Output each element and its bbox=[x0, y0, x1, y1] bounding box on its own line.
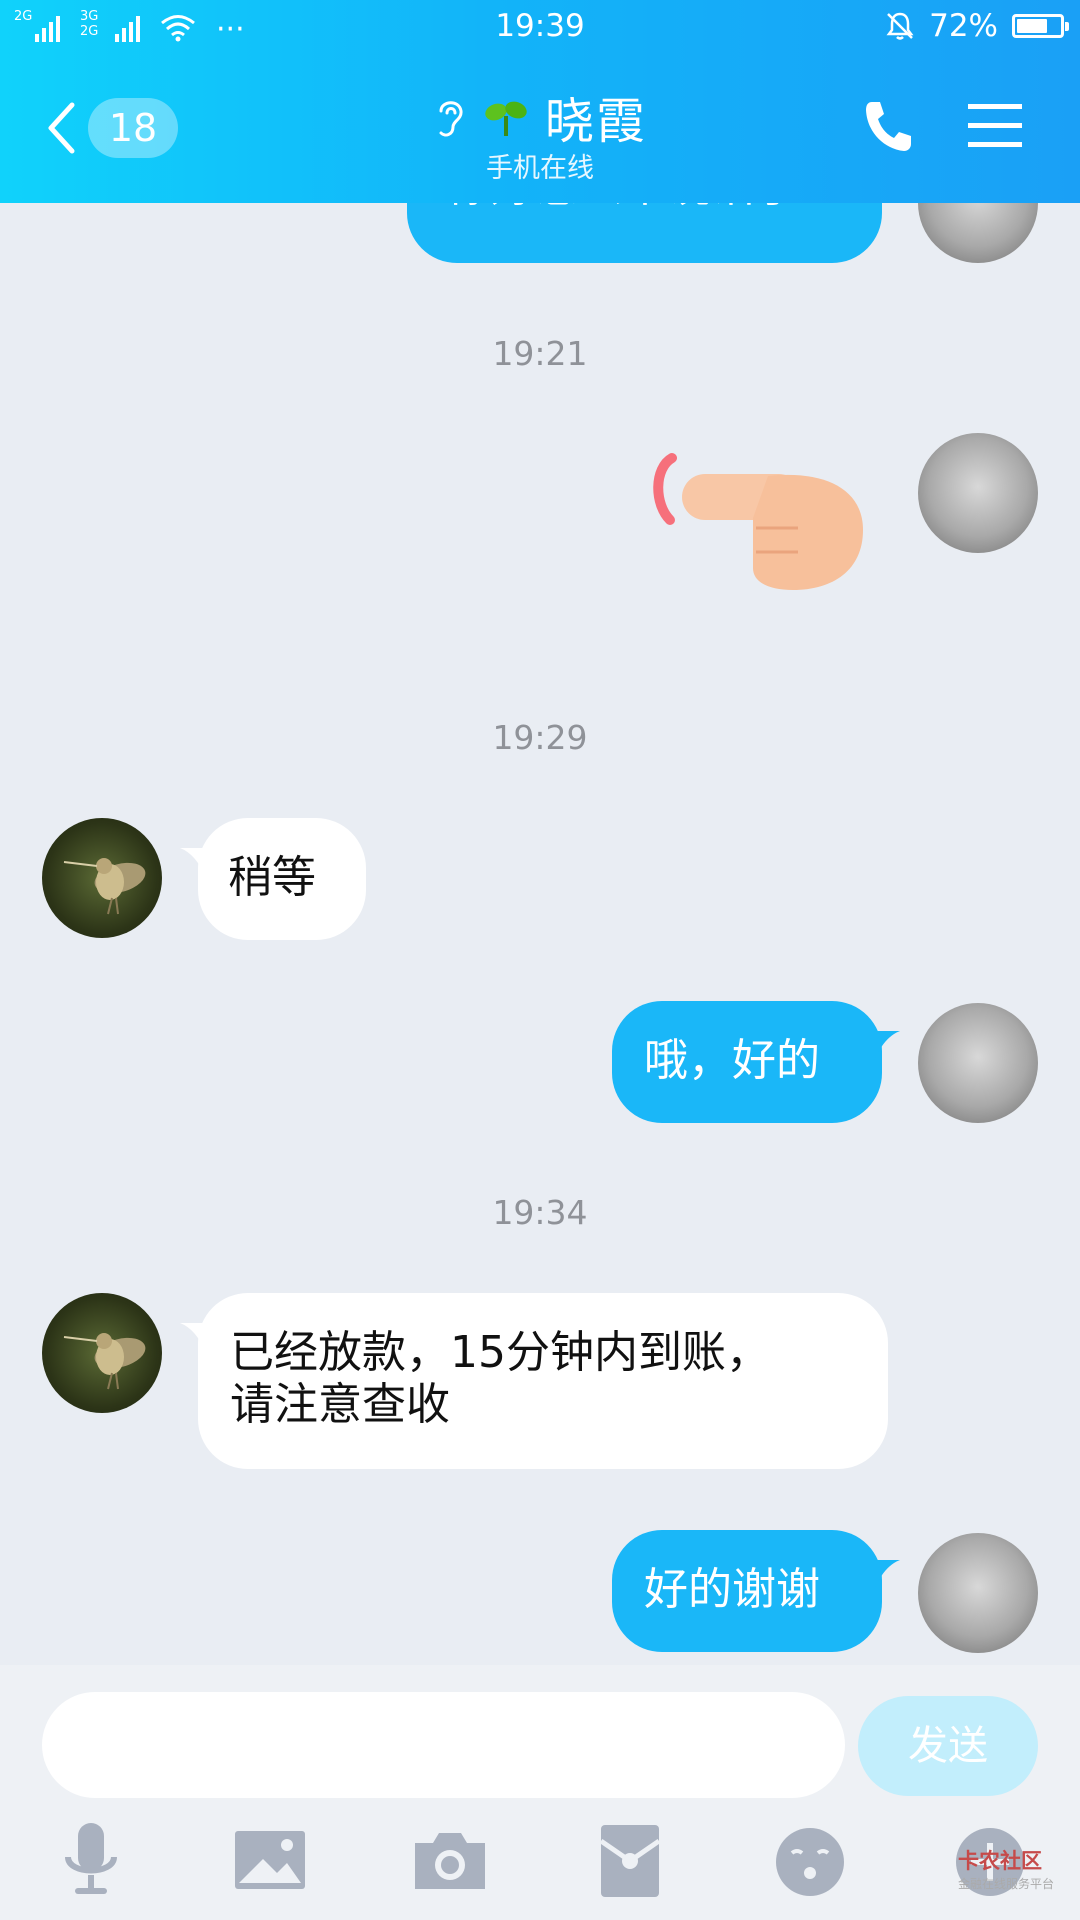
watermark-logo: 卡农社区 金融在线服务平台 bbox=[957, 1849, 1054, 1891]
my-avatar[interactable] bbox=[918, 203, 1038, 263]
message-text: 你好怎么不说话了 bbox=[447, 203, 799, 212]
message-bubble-outgoing[interactable]: 好的谢谢 bbox=[612, 1530, 882, 1652]
red-packet-icon[interactable] bbox=[585, 1817, 675, 1907]
bubble-tail bbox=[180, 1323, 206, 1353]
message-bubble-incoming[interactable]: 稍等 bbox=[198, 818, 366, 940]
ear-icon bbox=[439, 100, 463, 136]
bubble-tail bbox=[874, 1560, 900, 1590]
timestamp: 19:34 bbox=[492, 1193, 588, 1232]
battery-icon bbox=[1012, 14, 1069, 38]
contact-avatar[interactable] bbox=[42, 818, 162, 938]
message-bubble-incoming[interactable]: 已经放款，15分钟内到账， 请注意查收 bbox=[198, 1293, 888, 1469]
bottom-toolbar: 卡农社区 金融在线服务平台 bbox=[0, 1807, 1080, 1920]
emoji-icon[interactable] bbox=[765, 1817, 855, 1907]
message-text: 稍等 bbox=[228, 852, 316, 903]
image-icon[interactable] bbox=[225, 1817, 315, 1907]
my-avatar[interactable] bbox=[918, 433, 1038, 553]
my-avatar[interactable] bbox=[918, 1533, 1038, 1653]
hummingbird-image bbox=[63, 858, 146, 915]
status-bar: 2G 3G 2G ··· 19:39 72% bbox=[0, 0, 1080, 56]
timestamp: 19:29 bbox=[492, 718, 588, 757]
my-avatar[interactable] bbox=[918, 1003, 1038, 1123]
message-list[interactable]: 你好怎么不说话了 19:21 19:29 稍等 哦，好的 19:34 bbox=[0, 203, 1080, 1665]
online-status: 手机在线 bbox=[486, 153, 594, 184]
bubble-tail bbox=[874, 1031, 900, 1061]
hummingbird-image bbox=[63, 1333, 146, 1390]
message-text-line: 已经放款，15分钟内到账， bbox=[230, 1327, 770, 1378]
bubble-tail bbox=[180, 848, 206, 878]
contact-name: 晓霞 bbox=[544, 93, 647, 150]
send-button[interactable]: 发送 bbox=[858, 1696, 1038, 1796]
pointing-hand-sticker[interactable] bbox=[648, 448, 868, 598]
menu-icon[interactable] bbox=[968, 102, 1022, 150]
contact-avatar[interactable] bbox=[42, 1293, 162, 1413]
message-bubble-outgoing[interactable]: 你好怎么不说话了 bbox=[407, 203, 882, 263]
sprout-icon bbox=[485, 101, 527, 136]
camera-icon[interactable] bbox=[405, 1817, 495, 1907]
message-text: 哦，好的 bbox=[644, 1035, 820, 1086]
timestamp: 19:21 bbox=[492, 334, 588, 373]
muted-bell-icon bbox=[886, 12, 914, 40]
microphone-icon[interactable] bbox=[46, 1817, 136, 1907]
message-bubble-outgoing[interactable]: 哦，好的 bbox=[612, 1001, 882, 1123]
title-bar: 2G 3G 2G ··· 19:39 72% 18 晓霞 手机在线 bbox=[0, 0, 1080, 203]
message-text: 好的谢谢 bbox=[644, 1564, 820, 1615]
phone-call-icon[interactable] bbox=[862, 98, 914, 154]
input-bar: 发送 bbox=[0, 1665, 1080, 1807]
message-text-line: 请注意查收 bbox=[230, 1379, 450, 1430]
battery-percent: 72% bbox=[929, 8, 998, 44]
message-input[interactable] bbox=[42, 1692, 845, 1798]
